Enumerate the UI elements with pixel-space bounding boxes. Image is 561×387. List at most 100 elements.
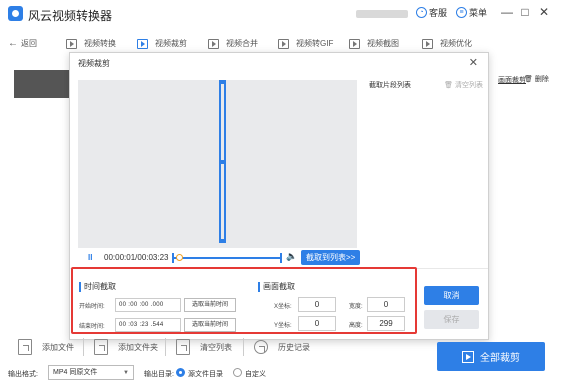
back-label: 返回 — [21, 39, 37, 48]
tab-label: 视频截图 — [367, 39, 399, 48]
height-input[interactable]: 299 — [367, 316, 405, 331]
source-dir-label: 源文件目录 — [188, 371, 223, 378]
add-folder-button[interactable]: 添加文件夹 — [90, 336, 162, 358]
y-coord-input[interactable]: 0 — [298, 316, 336, 331]
video-icon — [66, 38, 77, 49]
gif-icon — [278, 38, 289, 49]
start-time-label: 开始时间: — [79, 304, 105, 310]
tab-label: 视频裁剪 — [155, 39, 187, 48]
crop-all-label: 全部裁剪 — [480, 353, 520, 364]
output-format-select[interactable]: MP4 同原文件 ▼ — [48, 365, 134, 380]
clear-clip-list-button[interactable]: 🗑 清空列表 — [444, 80, 483, 90]
pick-end-time-button[interactable]: 选取当前时间 — [184, 318, 236, 332]
crop-handle-top[interactable] — [219, 80, 226, 84]
end-time-label: 结束时间: — [79, 324, 105, 330]
tab-label: 视频合并 — [226, 39, 258, 48]
custom-dir-label: 自定义 — [245, 371, 266, 378]
close-window-button[interactable]: ✕ — [537, 5, 551, 19]
add-folder-label: 添加文件夹 — [118, 342, 158, 352]
frame-crop-title: 画面截取 — [258, 281, 295, 292]
add-folder-icon — [94, 339, 108, 355]
video-preview[interactable] — [78, 80, 357, 248]
screenshot-icon — [349, 38, 360, 49]
x-coord-input[interactable]: 0 — [298, 297, 336, 312]
menu-icon: ≡ — [456, 7, 467, 18]
arrow-left-icon: ← — [8, 38, 18, 49]
divider — [165, 338, 166, 356]
x-coord-label: X坐标: — [274, 304, 292, 310]
pause-button[interactable]: II — [88, 253, 92, 262]
pick-start-time-button[interactable]: 选取当前时间 — [184, 298, 236, 312]
play-icon — [462, 350, 474, 363]
clock-icon — [254, 340, 268, 354]
back-button[interactable]: ← 返回 — [8, 38, 37, 49]
clear-list-button[interactable]: 清空列表 — [172, 336, 236, 358]
trash-icon: 🗑 — [444, 82, 454, 89]
clip-list-header: 截取片段列表 🗑 清空列表 — [369, 80, 487, 90]
tab-label: 视频转换 — [84, 39, 116, 48]
minimize-button[interactable]: — — [500, 5, 514, 19]
video-crop-dialog: 视频裁剪 ✕ 截取片段列表 🗑 清空列表 II 00:00:01/00:03:2… — [69, 52, 489, 340]
trim-end-marker[interactable] — [280, 253, 282, 263]
tab-video-gif[interactable]: 视频转GIF — [278, 38, 333, 49]
service-label: 客服 — [429, 8, 448, 18]
app-title: 风云视频转换器 — [28, 9, 113, 23]
playhead-knob[interactable] — [175, 254, 183, 261]
width-label: 宽度: — [349, 304, 363, 310]
add-file-icon — [18, 339, 32, 355]
add-to-list-button[interactable]: 截取到列表>> — [301, 250, 361, 265]
service-button[interactable]: ◔ 客服 — [416, 6, 447, 19]
height-label: 高度: — [349, 323, 363, 329]
menu-button[interactable]: ≡ 菜单 — [456, 6, 487, 19]
time-crop-title-text: 时间截取 — [84, 282, 116, 291]
volume-icon[interactable]: 🔈 — [286, 251, 297, 262]
frame-crop-title-text: 画面截取 — [263, 282, 295, 291]
clear-list-label: 清空列表 — [200, 342, 232, 352]
crop-selection-box[interactable] — [219, 80, 226, 243]
width-input[interactable]: 0 — [367, 297, 405, 312]
feature-toolbar: ← 返回 视频转换 视频裁剪 视频合并 视频转GIF 视频截图 视频优化 — [0, 34, 561, 54]
output-format-label: 输出格式: — [8, 371, 38, 378]
end-time-input[interactable]: 00 :03 :23 .544 — [115, 318, 181, 332]
trash-icon — [176, 339, 190, 355]
dialog-title: 视频裁剪 — [78, 59, 110, 68]
chevron-down-icon: ▼ — [123, 370, 129, 376]
tab-video-optimize[interactable]: 视频优化 — [422, 38, 472, 49]
frame-crop-link[interactable]: 画面裁剪 — [498, 75, 526, 85]
crop-handle-bottom[interactable] — [219, 239, 226, 243]
tab-video-screenshot[interactable]: 视频截图 — [349, 38, 399, 49]
video-icon — [208, 38, 219, 49]
save-button[interactable]: 保存 — [424, 310, 479, 329]
divider — [83, 338, 84, 356]
crop-handle-left[interactable] — [219, 156, 221, 168]
output-format-value: MP4 同原文件 — [53, 369, 98, 376]
source-dir-radio[interactable] — [176, 368, 185, 377]
time-crop-title: 时间截取 — [79, 281, 116, 292]
dialog-close-button[interactable]: ✕ — [469, 56, 478, 69]
tab-video-convert[interactable]: 视频转换 — [66, 38, 116, 49]
custom-dir-radio[interactable] — [233, 368, 242, 377]
optimize-icon — [422, 38, 433, 49]
video-icon — [137, 38, 148, 49]
history-button[interactable]: 历史记录 — [250, 336, 314, 358]
tab-video-merge[interactable]: 视频合并 — [208, 38, 258, 49]
clear-list-label: 清空列表 — [455, 82, 483, 89]
app-logo-icon — [8, 6, 23, 21]
start-time-input[interactable]: 00 :00 :00 .000 — [115, 298, 181, 312]
add-file-label: 添加文件 — [42, 342, 74, 352]
crop-all-button[interactable]: 全部裁剪 — [437, 342, 545, 371]
maximize-button[interactable]: □ — [518, 5, 532, 19]
cancel-button[interactable]: 取消 — [424, 286, 479, 305]
headset-icon: ◔ — [416, 7, 427, 18]
delete-label: 删除 — [534, 76, 549, 83]
title-bar: 风云视频转换器 ◔ 客服 ≡ 菜单 — □ ✕ — [0, 0, 561, 28]
crop-handle-right[interactable] — [224, 156, 226, 168]
delete-file-button[interactable]: 🗑 删除 — [524, 74, 549, 84]
player-controls: II 00:00:01/00:03:23 🔈 截取到列表>> — [78, 250, 478, 266]
timeline-track[interactable] — [174, 257, 280, 259]
divider — [243, 338, 244, 356]
trash-icon: 🗑 — [524, 76, 533, 83]
tab-label: 视频优化 — [440, 39, 472, 48]
tab-video-crop[interactable]: 视频裁剪 — [137, 38, 187, 49]
add-file-button[interactable]: 添加文件 — [14, 336, 78, 358]
